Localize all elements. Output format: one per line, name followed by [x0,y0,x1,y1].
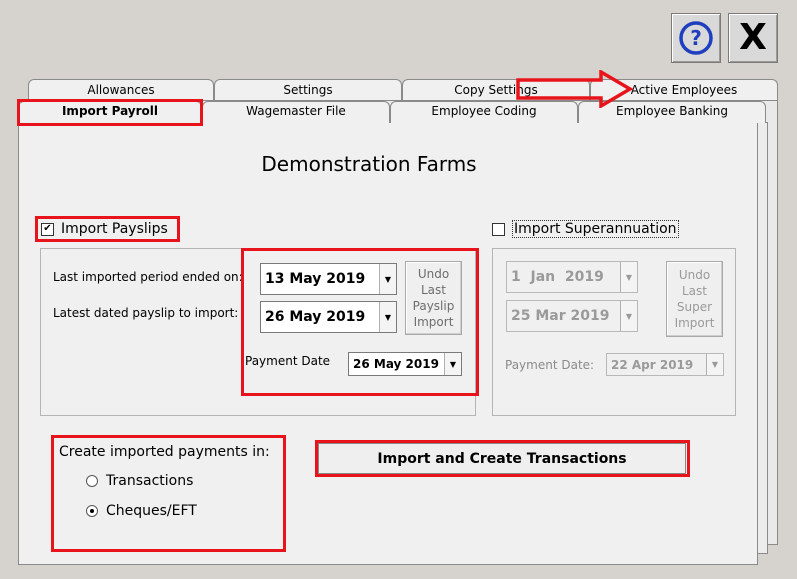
help-button[interactable]: ? [671,13,721,63]
select-value: 22 Apr 2019 [611,357,694,372]
tab-wagemaster-file[interactable]: Wagemaster File [202,101,390,123]
super-to-date-select[interactable]: 25 Mar 2019 ▼ [506,300,638,332]
arrow-right-icon [516,70,634,108]
button-label-line: Undo [678,268,711,282]
tab-label: Wagemaster File [246,104,346,118]
latest-payslip-label: Latest dated payslip to import: [53,306,239,320]
help-icon: ? [679,21,713,55]
button-label-line: Super [676,300,713,314]
tab-label: Active Employees [630,83,738,97]
select-value: 1 Jan 2019 [511,269,604,285]
highlight-import-payslips [35,216,180,242]
highlight-import-payroll-tab [17,99,203,126]
checkbox-unchecked[interactable] [492,222,505,236]
page-title: Demonstration Farms [261,152,477,176]
chevron-down-icon[interactable]: ▼ [620,301,637,331]
close-icon: X [739,17,767,58]
highlight-payments-box [51,435,286,552]
chevron-down-icon[interactable]: ▼ [706,354,723,375]
import-super-checkbox[interactable]: Import Superannuation [492,220,679,238]
super-payment-date-select[interactable]: 22 Apr 2019 ▼ [606,353,724,376]
button-label-line: Last [682,284,707,298]
select-value: 25 Mar 2019 [511,308,610,324]
tab-settings[interactable]: Settings [214,79,402,100]
highlight-import-button [315,440,690,477]
tab-label: Settings [283,83,333,97]
super-from-date-select[interactable]: 1 Jan 2019 ▼ [506,261,638,293]
tab-label: Allowances [87,83,155,97]
chevron-down-icon[interactable]: ▼ [620,262,637,292]
close-button[interactable]: X [728,13,778,63]
button-label-line: Import [674,316,715,330]
highlight-date-block [241,248,479,396]
tab-allowances[interactable]: Allowances [28,79,214,100]
checkbox-label: Import Superannuation [512,220,679,238]
super-payment-date-label: Payment Date: [505,358,595,372]
last-imported-label: Last imported period ended on: [53,270,243,284]
undo-super-import-button[interactable]: Undo Last Super Import [666,261,723,337]
svg-text:?: ? [690,26,702,50]
